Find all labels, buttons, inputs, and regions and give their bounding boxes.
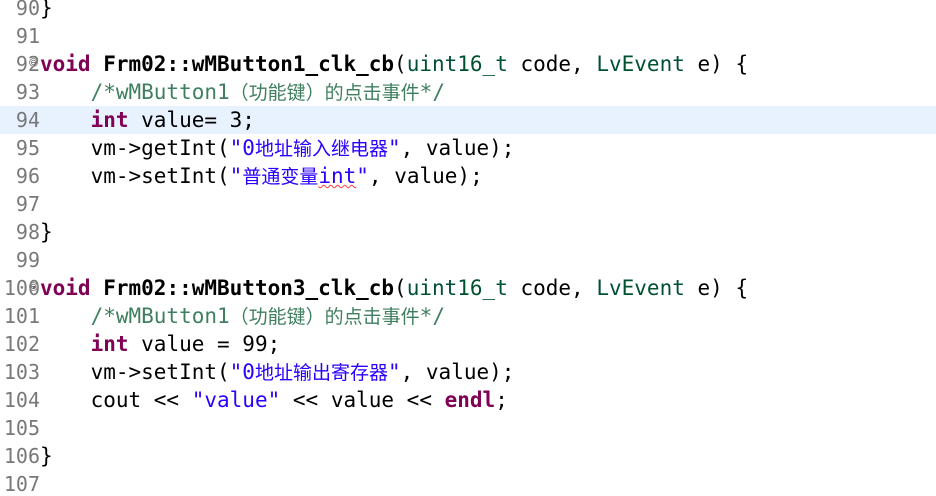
code-line[interactable]: 97 (0, 190, 936, 218)
fold-toggle-icon[interactable]: ⊖ (29, 282, 38, 291)
code-line-current[interactable]: 94 int value= 3; (0, 106, 936, 134)
code-text: vm->setInt("0地址输出寄存器", value); (90, 360, 515, 384)
line-number: 103 (3, 360, 40, 384)
line-number: 90 (15, 0, 40, 20)
code-line[interactable]: 98 } (0, 218, 936, 246)
spelling-squiggle: int (318, 164, 357, 188)
code-line[interactable]: 99 (0, 246, 936, 274)
line-number: 94 (15, 108, 40, 132)
code-line[interactable]: 106 } (0, 442, 936, 470)
code-text: vm->setInt("普通变量int", value); (90, 164, 483, 188)
code-text: void Frm02::wMButton1_clk_cb(uint16_t co… (40, 52, 749, 76)
code-text: vm->getInt("0地址输入继电器", value); (90, 136, 515, 160)
code-editor[interactable]: 90 } 91 92 ⊖ void Frm02::wMButton1_clk_c… (0, 0, 936, 496)
line-number: 101 (3, 304, 40, 328)
line-number: 104 (3, 388, 40, 412)
fold-toggle-icon[interactable]: ⊖ (29, 58, 38, 67)
code-line[interactable]: 93 /*wMButton1（功能键）的点击事件*/ (0, 78, 936, 106)
code-line[interactable]: 104 cout << "value" << value << endl; (0, 386, 936, 414)
code-line[interactable]: 100 ⊖ void Frm02::wMButton3_clk_cb(uint1… (0, 274, 936, 302)
line-number: 93 (15, 80, 40, 104)
line-number: 106 (3, 444, 40, 468)
code-text: } (40, 0, 53, 20)
code-text: /*wMButton1（功能键）的点击事件*/ (90, 80, 445, 104)
line-number: 95 (15, 136, 40, 160)
code-text: cout << "value" << value << endl; (90, 388, 508, 412)
code-text: int value= 3; (90, 108, 255, 132)
code-line[interactable]: 105 (0, 414, 936, 442)
code-line[interactable]: 95 vm->getInt("0地址输入继电器", value); (0, 134, 936, 162)
code-line[interactable]: 90 } (0, 0, 936, 22)
code-line[interactable]: 96 vm->setInt("普通变量int", value); (0, 162, 936, 190)
code-line[interactable]: 107 (0, 470, 936, 496)
code-line[interactable]: 92 ⊖ void Frm02::wMButton1_clk_cb(uint16… (0, 50, 936, 78)
code-text: void Frm02::wMButton3_clk_cb(uint16_t co… (40, 276, 749, 300)
line-number: 105 (3, 416, 40, 440)
line-number: 99 (15, 248, 40, 272)
line-number: 107 (3, 472, 40, 496)
code-text: } (40, 444, 53, 468)
line-number: 102 (3, 332, 40, 356)
line-number: 97 (15, 192, 40, 216)
code-line[interactable]: 103 vm->setInt("0地址输出寄存器", value); (0, 358, 936, 386)
code-line[interactable]: 101 /*wMButton1（功能键）的点击事件*/ (0, 302, 936, 330)
code-text: } (40, 220, 53, 244)
line-number: 96 (15, 164, 40, 188)
code-text: /*wMButton1（功能键）的点击事件*/ (90, 304, 445, 328)
code-text: int value = 99; (90, 332, 281, 356)
line-number: 91 (15, 24, 40, 48)
line-number: 98 (15, 220, 40, 244)
code-line[interactable]: 102 int value = 99; (0, 330, 936, 358)
code-line[interactable]: 91 (0, 22, 936, 50)
